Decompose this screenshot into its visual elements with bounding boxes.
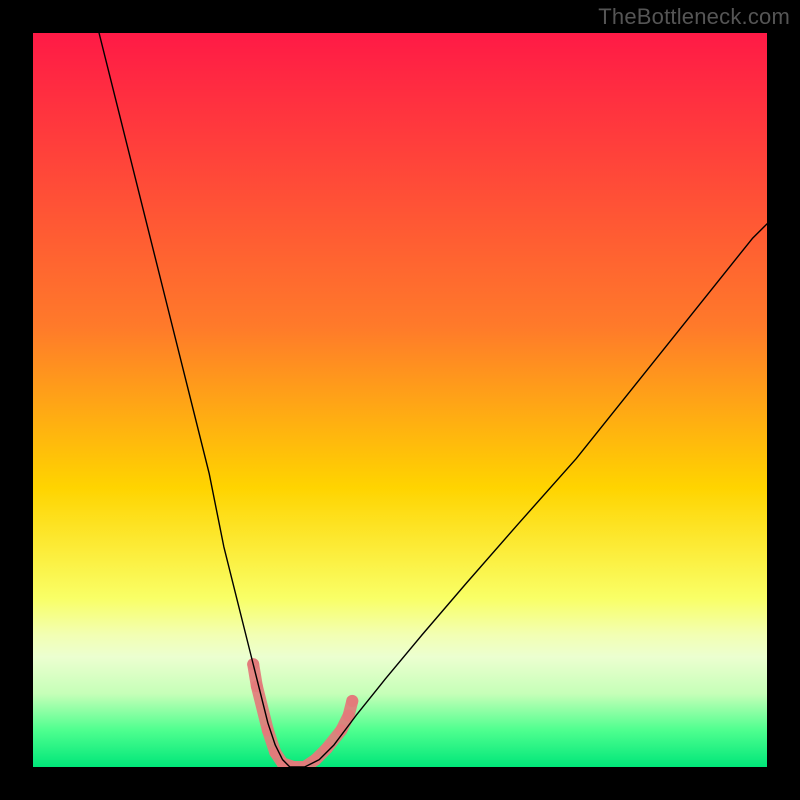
marker-dot [346, 695, 358, 707]
watermark-text: TheBottleneck.com [598, 4, 790, 30]
gradient-background [33, 33, 767, 767]
marker-dot [251, 680, 263, 692]
chart-canvas [33, 33, 767, 767]
chart-svg [33, 33, 767, 767]
chart-frame: TheBottleneck.com [0, 0, 800, 800]
